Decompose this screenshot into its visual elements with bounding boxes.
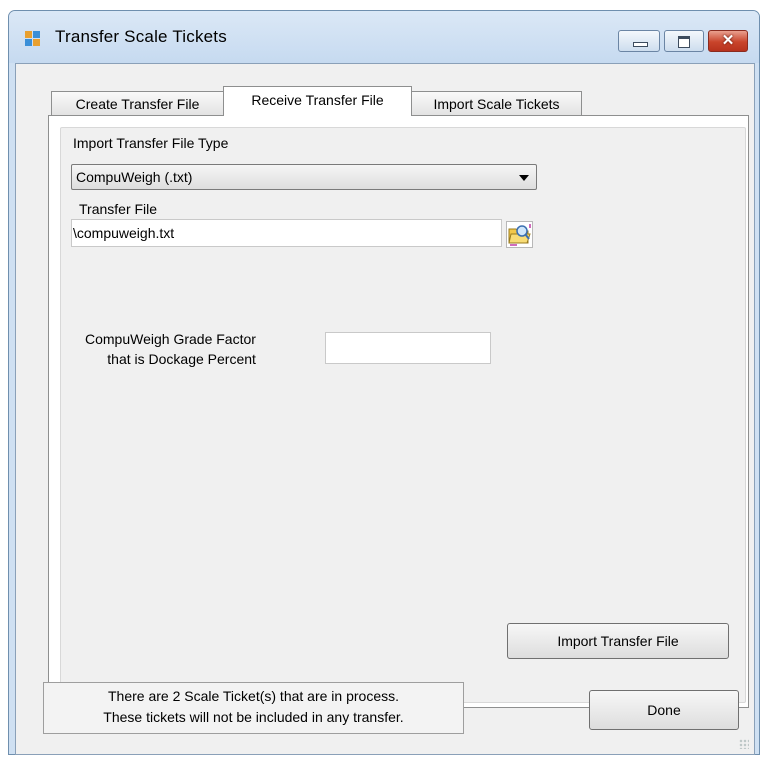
grade-factor-input[interactable] <box>325 332 491 364</box>
browse-folder-icon[interactable] <box>506 221 533 248</box>
status-line-2: These tickets will not be included in an… <box>103 709 404 725</box>
title-bar[interactable]: Transfer Scale Tickets ✕ <box>9 11 759 63</box>
resize-grip[interactable] <box>739 739 749 749</box>
close-icon: ✕ <box>721 32 735 49</box>
app-form-icon <box>25 31 41 47</box>
maximize-button[interactable] <box>664 30 704 52</box>
file-type-value: CompuWeigh (.txt) <box>76 169 193 185</box>
close-button[interactable]: ✕ <box>708 30 748 52</box>
status-line-1: There are 2 Scale Ticket(s) that are in … <box>107 688 399 704</box>
client-area: Create Transfer File Receive Transfer Fi… <box>15 63 755 755</box>
tab-receive-transfer-file[interactable]: Receive Transfer File <box>223 86 412 116</box>
tab-create-transfer-file[interactable]: Create Transfer File <box>51 91 224 115</box>
tab-import-scale-tickets[interactable]: Import Scale Tickets <box>411 91 582 115</box>
tab-panel-receive: Import Transfer File Type CompuWeigh (.t… <box>48 115 749 708</box>
import-transfer-file-button[interactable]: Import Transfer File <box>507 623 729 659</box>
receive-groupbox: Import Transfer File Type CompuWeigh (.t… <box>60 127 746 703</box>
grade-factor-label: CompuWeigh Grade Factor that is Dockage … <box>85 329 256 369</box>
app-window: Transfer Scale Tickets ✕ Create Transfer… <box>8 10 760 755</box>
grade-factor-label-line2: that is Dockage Percent <box>107 351 256 367</box>
transfer-file-label: Transfer File <box>79 201 158 217</box>
file-type-select[interactable]: CompuWeigh (.txt) <box>71 164 537 190</box>
grade-factor-label-line1: CompuWeigh Grade Factor <box>85 331 256 347</box>
status-message-box: There are 2 Scale Ticket(s) that are in … <box>43 682 464 734</box>
transfer-file-input[interactable]: \compuweigh.txt <box>71 219 502 247</box>
file-type-label: Import Transfer File Type <box>73 135 229 151</box>
minimize-icon <box>633 42 648 47</box>
maximize-icon <box>678 36 690 48</box>
chevron-down-icon[interactable] <box>519 175 529 181</box>
window-title: Transfer Scale Tickets <box>55 27 227 46</box>
minimize-button[interactable] <box>618 30 660 52</box>
done-button[interactable]: Done <box>589 690 739 730</box>
